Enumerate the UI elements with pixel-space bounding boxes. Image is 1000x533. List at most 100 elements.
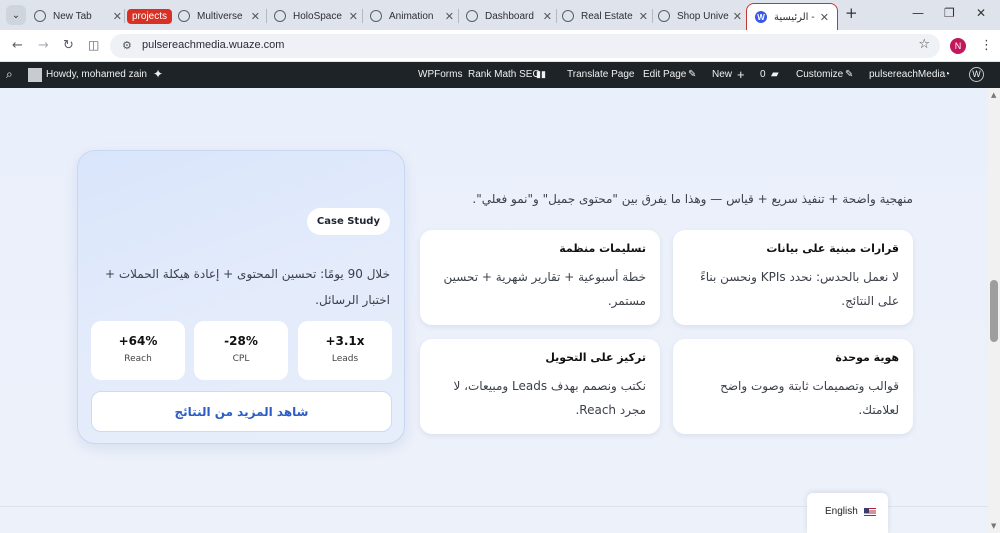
dashboard-gauge-icon: ◔ — [944, 69, 951, 80]
tab-title: New Tab — [53, 10, 92, 22]
side-panel-icon[interactable]: ◫ — [88, 38, 99, 52]
close-icon[interactable]: ✕ — [733, 10, 742, 23]
feature-title: هوية موحدة — [835, 351, 899, 364]
close-icon[interactable]: ✕ — [251, 10, 260, 23]
tab-title: Shop Unive — [677, 10, 729, 22]
case-study-text: خلال 90 يومًا: تحسين المحتوى + إعادة هيك… — [104, 267, 390, 307]
tab-title: Animation — [389, 10, 434, 22]
page-content: منهجية واضحة + تنفيذ سريع + قياس — وهذا … — [0, 88, 988, 533]
feature-description: قوالب وتصميمات ثابتة وصوت واضح لعلامتك. — [720, 379, 899, 417]
scrollbar-thumb[interactable] — [990, 280, 998, 342]
reload-icon[interactable]: ↻ — [63, 38, 74, 53]
pencil-icon: ✎ — [688, 69, 697, 80]
wp-admin-bar: ⌕ Howdy, mohamed zain ✦ WPForms Rank Mat… — [0, 62, 1000, 88]
tab-multiverse[interactable]: Multiverse ✕ — [178, 4, 260, 28]
tab-animation[interactable]: Animation ✕ — [370, 4, 454, 28]
url-field[interactable]: ⚙ pulsereachmedia.wuaze.com ☆ — [110, 34, 940, 58]
back-icon[interactable]: ← — [12, 38, 23, 53]
feature-card: تركيز على التحويل نكتب ونصمم بهدف Leads … — [420, 339, 660, 434]
close-icon[interactable]: ✕ — [349, 10, 358, 23]
language-label: English — [825, 506, 858, 517]
howdy-user[interactable]: Howdy, mohamed zain — [46, 69, 147, 80]
profile-avatar[interactable]: N — [950, 38, 966, 54]
see-more-results-button[interactable]: شاهد المزيد من النتائج — [91, 391, 392, 432]
stat-value: +3.1x — [325, 334, 365, 348]
stat-label: Leads — [331, 354, 359, 364]
feature-description: خطة أسبوعية + تقارير شهرية + تحسين مستمر… — [443, 270, 646, 308]
stat-leads: +3.1x Leads — [298, 321, 392, 380]
tab-group-projects[interactable]: projects — [127, 4, 173, 28]
close-icon[interactable]: ✕ — [543, 10, 552, 23]
globe-icon — [34, 10, 46, 22]
stat-value: +64% — [118, 334, 158, 348]
sparkle-icon[interactable]: ✦ — [153, 67, 163, 81]
tab-shop-universe[interactable]: Shop Unive ✕ — [658, 4, 742, 28]
case-study-panel: Case Study خلال 90 يومًا: تحسين المحتوى … — [77, 150, 405, 444]
close-icon[interactable]: ✕ — [639, 10, 648, 23]
feature-card: هوية موحدة قوالب وتصميمات ثابتة وصوت واض… — [673, 339, 913, 434]
plus-icon: + — [737, 67, 745, 82]
tab-active-home[interactable]: W الرئيسية - ≡ ✕ — [746, 3, 838, 30]
scroll-up-arrow-icon[interactable]: ▲ — [991, 91, 996, 99]
rank-math-menu[interactable]: Rank Math SEO — [468, 69, 540, 80]
close-icon[interactable]: ✕ — [445, 10, 454, 23]
tab-search-button[interactable]: ⌄ — [6, 5, 26, 25]
site-name-link[interactable]: pulsereachMedia — [869, 69, 945, 80]
feature-description: لا نعمل بالحدس: نحدد KPIs ونحسن بناءً عل… — [700, 270, 899, 308]
translate-page-link[interactable]: Translate Page — [567, 69, 634, 80]
restore-icon[interactable]: ❐ — [944, 6, 955, 20]
scroll-down-arrow-icon[interactable]: ▼ — [991, 522, 996, 530]
rank-math-icon: ▮▮ — [536, 69, 546, 79]
globe-icon — [274, 10, 286, 22]
feature-description: نكتب ونصمم بهدف Leads ومبيعات، لا مجرد R… — [453, 379, 646, 417]
stat-label: Reach — [124, 354, 152, 364]
minimize-icon[interactable]: — — [912, 6, 924, 20]
edit-page-link[interactable]: Edit Page — [643, 69, 686, 80]
globe-icon — [658, 10, 670, 22]
search-icon[interactable]: ⌕ — [6, 67, 13, 82]
close-icon[interactable]: ✕ — [820, 11, 829, 24]
new-tab-button[interactable]: + — [845, 4, 858, 22]
feature-title: تركيز على التحويل — [545, 351, 646, 364]
tab-group-label: projects — [127, 8, 173, 24]
globe-icon — [178, 10, 190, 22]
tab-title: Dashboard — [485, 10, 534, 22]
feature-card: قرارات مبنية على بيانات لا نعمل بالحدس: … — [673, 230, 913, 325]
wordpress-icon: W — [755, 11, 767, 23]
language-switcher[interactable]: English — [807, 493, 888, 533]
brush-icon: ✎ — [845, 69, 854, 80]
comment-icon: ▰ — [771, 69, 779, 80]
feature-title: قرارات مبنية على بيانات — [766, 242, 899, 255]
tab-title: Multiverse — [197, 10, 243, 22]
forward-icon[interactable]: → — [38, 38, 49, 53]
globe-icon — [466, 10, 478, 22]
tab-holospace[interactable]: HoloSpace ✕ — [274, 4, 358, 28]
wordpress-logo-icon[interactable]: W — [969, 67, 984, 82]
globe-icon — [370, 10, 382, 22]
tab-real-estate[interactable]: Real Estate ✕ — [562, 4, 648, 28]
stat-value: -28% — [224, 334, 258, 348]
stat-cpl: -28% CPL — [194, 321, 288, 380]
bookmark-star-icon[interactable]: ☆ — [918, 37, 930, 52]
stat-reach: +64% Reach — [91, 321, 185, 380]
user-avatar — [28, 68, 42, 82]
window-close-icon[interactable]: ✕ — [976, 6, 986, 20]
url-text: pulsereachmedia.wuaze.com — [142, 39, 285, 51]
browser-menu-icon[interactable]: ⋮ — [980, 38, 993, 53]
site-info-icon[interactable]: ⚙ — [122, 39, 132, 52]
feature-title: تسليمات منظمة — [559, 242, 646, 255]
close-icon[interactable]: ✕ — [113, 10, 122, 23]
comments-count[interactable]: 0 — [760, 69, 766, 80]
tab-title: HoloSpace — [293, 10, 342, 22]
customize-link[interactable]: Customize — [796, 69, 843, 80]
tab-new-tab[interactable]: New Tab ✕ — [34, 4, 122, 28]
address-bar: ← → ↻ ◫ ⚙ pulsereachmedia.wuaze.com ☆ — [0, 30, 1000, 62]
case-study-badge: Case Study — [306, 208, 390, 235]
wpforms-menu[interactable]: WPForms — [418, 69, 462, 80]
tab-dashboard[interactable]: Dashboard ✕ — [466, 4, 552, 28]
us-flag-icon — [864, 508, 876, 516]
tab-title: الرئيسية - ≡ — [774, 11, 816, 23]
new-menu[interactable]: New — [712, 69, 732, 80]
tab-strip: ⌄ New Tab ✕ projects Multiverse ✕ HoloSp… — [0, 0, 1000, 30]
globe-icon — [562, 10, 574, 22]
